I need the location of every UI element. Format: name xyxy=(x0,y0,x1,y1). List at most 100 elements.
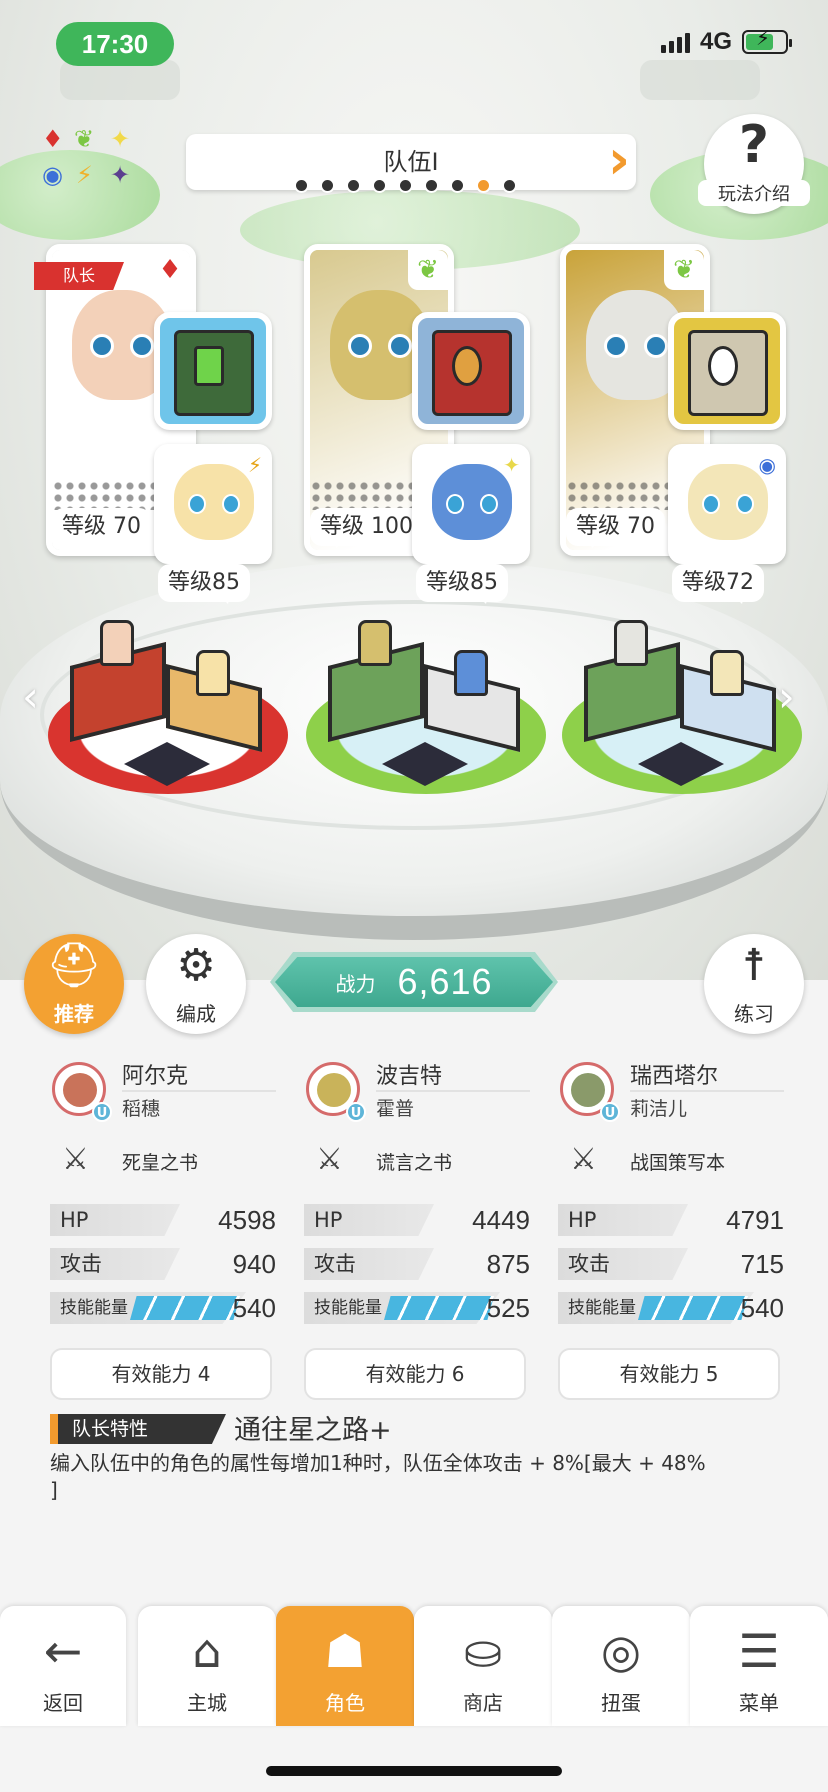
weapon-icon: ⚔ xyxy=(316,1142,343,1177)
element-chart-icon[interactable]: ♦ ❦ ✦ ◉ ⚡ ✦ xyxy=(40,124,150,194)
training-dummy-icon: ☨ xyxy=(742,940,766,991)
gacha-icon: ◎ xyxy=(600,1624,642,1678)
recommend-button[interactable]: ⛑ 推荐 xyxy=(24,934,124,1034)
stat-value: 540 xyxy=(740,1293,784,1323)
support-level: 等级72 xyxy=(672,564,764,604)
support-sprite xyxy=(710,650,744,696)
support-attribute-icon: ✦ xyxy=(503,453,520,477)
team-page-dot[interactable] xyxy=(372,178,387,193)
fire-attribute-icon: ♦ xyxy=(150,250,190,290)
stat-hp: HP 4791 xyxy=(558,1204,784,1236)
support-name: 霍普 xyxy=(376,1090,530,1121)
support-face xyxy=(174,464,254,540)
energy-bar xyxy=(384,1296,494,1320)
equipped-book[interactable] xyxy=(154,312,272,430)
leader-tag: 队长 xyxy=(34,262,124,290)
battery-icon: ⚡ xyxy=(742,28,792,54)
stat-label: 攻击 xyxy=(558,1248,688,1280)
stat-hp: HP 4449 xyxy=(304,1204,530,1236)
nav-menu[interactable]: ☰ 菜单 xyxy=(690,1606,828,1726)
effective-ability-button[interactable]: 有效能力 4 xyxy=(50,1348,272,1400)
gear-person-icon: ⚙ xyxy=(176,940,216,991)
stat-hp: HP 4598 xyxy=(50,1204,276,1236)
stat-value: 540 xyxy=(232,1293,276,1323)
character-name: 波吉特 xyxy=(376,1064,443,1089)
team-page-dot[interactable] xyxy=(346,178,361,193)
team-page-indicator[interactable] xyxy=(294,178,517,193)
clock: 17:30 xyxy=(56,22,174,66)
stat-atk: 攻击 940 xyxy=(50,1248,276,1280)
nav-castle[interactable]: ⌂ 主城 xyxy=(138,1606,276,1726)
formation-button[interactable]: ⚙ 编成 xyxy=(146,934,246,1034)
stat-atk: 攻击 875 xyxy=(304,1248,530,1280)
nav-label: 角色 xyxy=(325,1691,365,1715)
support-linked-icon: U xyxy=(346,1102,366,1122)
effective-ability-button[interactable]: 有效能力 6 xyxy=(304,1348,526,1400)
support-attribute-icon: ◉ xyxy=(758,453,776,477)
stat-value: 4598 xyxy=(218,1205,276,1235)
support-sprite xyxy=(454,650,488,696)
nav-label: 菜单 xyxy=(739,1691,779,1715)
stat-value: 525 xyxy=(486,1293,530,1323)
stat-value: 4791 xyxy=(726,1205,784,1235)
nav-character[interactable]: ☗ 角色 xyxy=(276,1606,414,1726)
team-page-dot[interactable] xyxy=(294,178,309,193)
team-page-dot[interactable] xyxy=(502,178,517,193)
support-portrait[interactable]: ◉ xyxy=(668,444,786,564)
team-page-dot[interactable] xyxy=(320,178,335,193)
effective-ability-button[interactable]: 有效能力 5 xyxy=(558,1348,780,1400)
equipped-book[interactable] xyxy=(668,312,786,430)
stat-label: HP xyxy=(558,1204,688,1236)
weapon-icon: ⚔ xyxy=(62,1142,89,1177)
stat-energy: 技能能量 525 xyxy=(304,1292,530,1324)
question-icon: ? xyxy=(738,115,770,175)
nav-shop[interactable]: ⛀ 商店 xyxy=(414,1606,552,1726)
scroll-left-icon[interactable]: ‹ xyxy=(22,672,39,721)
support-sprite xyxy=(196,650,230,696)
team-page-dot[interactable] xyxy=(450,178,465,193)
nav-arrow-left[interactable]: ← 返回 xyxy=(0,1606,126,1726)
leader-trait-title: 通往星之路+ xyxy=(234,1415,392,1446)
support-name: 莉洁儿 xyxy=(630,1090,784,1121)
weapon-name: 战国策写本 xyxy=(630,1152,726,1174)
leader-sprite xyxy=(614,620,648,666)
shop-icon: ⛀ xyxy=(463,1624,503,1678)
help-button[interactable]: ? 玩法介绍 xyxy=(698,114,810,214)
castle-icon: ⌂ xyxy=(192,1624,222,1678)
character-name: 瑞西塔尔 xyxy=(630,1064,719,1089)
stat-energy: 技能能量 540 xyxy=(50,1292,276,1324)
next-team-button[interactable]: › xyxy=(602,133,636,190)
nav-label: 扭蛋 xyxy=(601,1691,641,1715)
support-linked-icon: U xyxy=(600,1102,620,1122)
power-label: 战力 xyxy=(335,971,376,996)
stat-value: 940 xyxy=(232,1249,276,1279)
support-attribute-icon: ⚡ xyxy=(247,453,262,477)
support-linked-icon: U xyxy=(92,1102,112,1122)
team-page-dot[interactable] xyxy=(476,178,491,193)
character-icon: ☗ xyxy=(324,1624,366,1678)
character-pedestal[interactable] xyxy=(48,620,288,794)
scroll-right-icon[interactable]: › xyxy=(778,672,795,721)
equipped-book[interactable] xyxy=(412,312,530,430)
support-portrait[interactable]: ✦ xyxy=(412,444,530,564)
nav-label: 返回 xyxy=(43,1691,83,1715)
team-page-dot[interactable] xyxy=(398,178,413,193)
energy-bar xyxy=(638,1296,748,1320)
character-pedestal[interactable] xyxy=(306,620,546,794)
nav-gacha[interactable]: ◎ 扭蛋 xyxy=(552,1606,690,1726)
helmet-icon: ⛑ xyxy=(46,940,102,991)
weapon-name: 谎言之书 xyxy=(376,1152,453,1174)
arrow-left-icon: ← xyxy=(43,1624,83,1678)
support-portrait[interactable]: ⚡ xyxy=(154,444,272,564)
character-pedestal[interactable] xyxy=(562,620,802,794)
team-page-dot[interactable] xyxy=(424,178,439,193)
support-face xyxy=(432,464,512,540)
stat-value: 875 xyxy=(486,1249,530,1279)
practice-button[interactable]: ☨ 练习 xyxy=(704,934,804,1034)
leader-level: 等级 70 xyxy=(52,508,151,548)
stat-label: 攻击 xyxy=(304,1248,434,1280)
stat-label: HP xyxy=(304,1204,434,1236)
signal-icon xyxy=(660,31,690,53)
stat-label: HP xyxy=(50,1204,180,1236)
menu-icon: ☰ xyxy=(738,1624,780,1678)
